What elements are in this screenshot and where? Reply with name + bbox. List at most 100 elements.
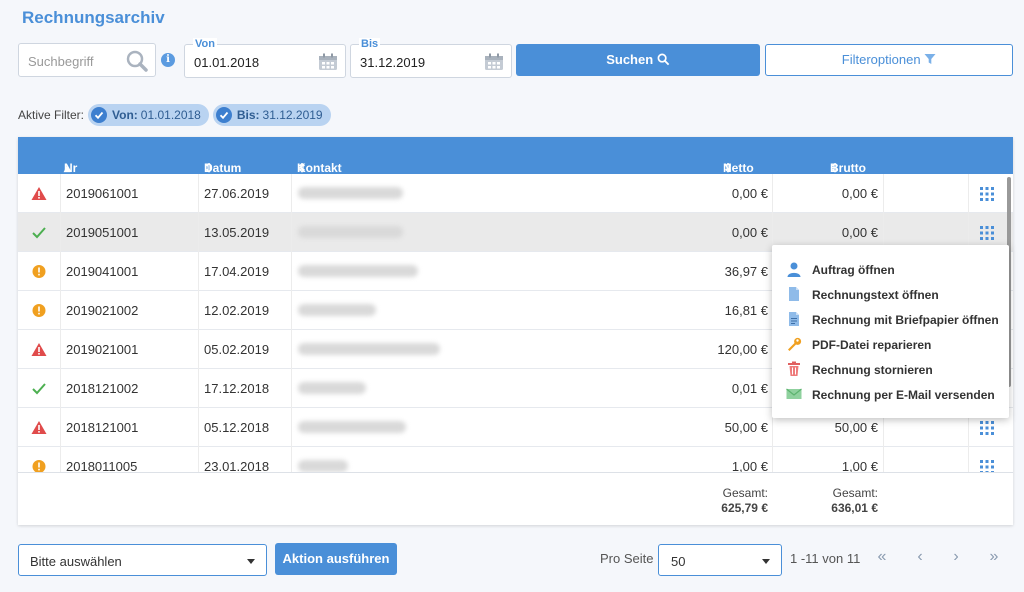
von-date-field[interactable]: Von 01.01.2018 bbox=[184, 38, 346, 78]
cell-kontakt-redacted bbox=[298, 343, 440, 355]
check-circle-icon bbox=[91, 107, 108, 123]
netto-total-label: Gesamt: bbox=[722, 486, 768, 500]
sort-icon: ⇕ bbox=[204, 161, 215, 175]
filter-chip-bis[interactable]: Bis: 31.12.2019 bbox=[212, 104, 331, 126]
cell-nr: 2019051001 bbox=[66, 225, 139, 240]
active-filters-label: Aktive Filter: bbox=[18, 108, 85, 122]
von-label: Von bbox=[193, 38, 217, 50]
cell-netto: 120,00 € bbox=[717, 342, 768, 357]
cell-netto: 1,00 € bbox=[731, 459, 768, 472]
cell-nr: 2018011005 bbox=[66, 459, 138, 472]
info-icon[interactable]: i bbox=[161, 53, 175, 67]
user-icon bbox=[786, 261, 802, 280]
cell-netto: 50,00 € bbox=[724, 420, 768, 435]
filter-chip-key: Bis: bbox=[236, 108, 260, 122]
filter-options-label: Filteroptionen bbox=[841, 52, 921, 67]
first-page-icon[interactable]: « bbox=[872, 548, 892, 566]
bis-value: 31.12.2019 bbox=[360, 55, 426, 70]
exclamation-circle-icon bbox=[31, 459, 47, 472]
bis-label: Bis bbox=[359, 38, 381, 50]
filter-chip-von[interactable]: Von: 01.01.2018 bbox=[88, 104, 209, 126]
menu-item-rechnung-stornieren[interactable]: Rechnung stornieren bbox=[772, 357, 1009, 382]
envelope-icon bbox=[786, 386, 802, 405]
calendar-icon[interactable] bbox=[318, 53, 338, 74]
cell-nr: 2019061001 bbox=[66, 186, 139, 201]
sort-icon: ⇕ bbox=[723, 161, 734, 175]
page-title: Rechnungsarchiv bbox=[22, 8, 165, 27]
check-circle-icon bbox=[215, 107, 232, 123]
menu-item-email-versenden[interactable]: Rechnung per E-Mail versenden bbox=[772, 382, 1009, 407]
sort-icon: ⇕ bbox=[297, 161, 308, 175]
table-header: Nr ▴ Datum ⇕ Kontakt ⇕ Netto ⇕ Brutto ⇕ bbox=[18, 137, 1013, 175]
search-placeholder: Suchbegriff bbox=[28, 54, 94, 69]
search-icon bbox=[657, 53, 670, 66]
wrench-icon bbox=[786, 336, 802, 355]
table-row[interactable]: 2018011005 23.01.2018 1,00 € 1,00 € bbox=[18, 447, 1013, 472]
filter-chip-key: Von: bbox=[112, 108, 138, 122]
cell-brutto: 0,00 € bbox=[841, 186, 878, 201]
prev-page-icon[interactable]: ‹ bbox=[910, 548, 930, 566]
exclamation-circle-icon bbox=[31, 303, 47, 321]
page-info: 1 -11 von 11 bbox=[790, 551, 861, 566]
netto-total: 625,79 € bbox=[721, 501, 768, 515]
row-actions-grid-icon[interactable] bbox=[980, 187, 994, 204]
bulk-action-select[interactable]: Bitte auswählen bbox=[18, 544, 267, 576]
cell-nr: 2019041001 bbox=[66, 264, 139, 279]
table-row[interactable]: 2019061001 27.06.2019 0,00 € 0,00 € bbox=[18, 174, 1013, 213]
exclamation-circle-icon bbox=[31, 264, 47, 282]
cell-nr: 2019021001 bbox=[66, 342, 139, 357]
filter-options-button[interactable]: Filteroptionen bbox=[765, 44, 1013, 76]
cell-kontakt-redacted bbox=[298, 382, 366, 394]
cell-netto: 36,97 € bbox=[724, 264, 768, 279]
active-filters: Aktive Filter: Von: 01.01.2018 Bis: 31.1… bbox=[18, 104, 331, 126]
menu-item-pdf-reparieren[interactable]: PDF-Datei reparieren bbox=[772, 332, 1009, 357]
check-icon bbox=[31, 381, 47, 399]
cell-nr: 2018121001 bbox=[66, 420, 139, 435]
menu-item-rechnungstext-oeffnen[interactable]: Rechnungstext öffnen bbox=[772, 282, 1009, 307]
cell-datum: 05.12.2018 bbox=[204, 420, 270, 435]
filter-funnel-icon bbox=[924, 54, 936, 64]
cell-kontakt-redacted bbox=[298, 421, 406, 433]
warning-triangle-icon bbox=[31, 186, 47, 204]
next-page-icon[interactable]: › bbox=[946, 548, 966, 566]
bis-date-field[interactable]: Bis 31.12.2019 bbox=[350, 38, 512, 78]
cell-netto: 0,00 € bbox=[731, 186, 768, 201]
per-page-value: 50 bbox=[671, 554, 686, 569]
cell-datum: 23.01.2018 bbox=[204, 459, 270, 472]
calendar-icon[interactable] bbox=[484, 53, 504, 74]
execute-action-button[interactable]: Aktion ausführen bbox=[275, 543, 397, 575]
row-actions-grid-icon[interactable] bbox=[980, 460, 994, 472]
cell-datum: 13.05.2019 bbox=[204, 225, 270, 240]
cell-kontakt-redacted bbox=[298, 187, 403, 199]
cell-datum: 12.02.2019 bbox=[204, 303, 270, 318]
warning-triangle-icon bbox=[31, 342, 47, 360]
cell-kontakt-redacted bbox=[298, 304, 376, 316]
sort-asc-icon: ▴ bbox=[64, 161, 71, 175]
cell-datum: 17.12.2018 bbox=[204, 381, 270, 396]
filter-chip-value: 31.12.2019 bbox=[262, 108, 323, 122]
cell-datum: 27.06.2019 bbox=[204, 186, 270, 201]
bulk-action-value: Bitte auswählen bbox=[30, 554, 122, 569]
von-value: 01.01.2018 bbox=[194, 55, 260, 70]
document-icon bbox=[786, 286, 802, 305]
cell-kontakt-redacted bbox=[298, 226, 403, 238]
search-button[interactable]: Suchen bbox=[516, 44, 760, 76]
last-page-icon[interactable]: » bbox=[984, 548, 1004, 566]
check-icon bbox=[31, 225, 47, 243]
search-button-label: Suchen bbox=[606, 52, 654, 67]
menu-item-auftrag-oeffnen[interactable]: Auftrag öffnen bbox=[772, 257, 1009, 282]
table-totals: Gesamt: 625,79 € Gesamt: 636,01 € bbox=[18, 472, 1013, 525]
search-icon[interactable] bbox=[125, 49, 149, 76]
cell-datum: 05.02.2019 bbox=[204, 342, 270, 357]
row-actions-grid-icon[interactable] bbox=[980, 226, 994, 243]
per-page-select[interactable]: 50 bbox=[658, 544, 782, 576]
cell-nr: 2018121002 bbox=[66, 381, 139, 396]
row-actions-grid-icon[interactable] bbox=[980, 421, 994, 438]
caret-down-icon bbox=[247, 559, 255, 564]
search-input[interactable]: Suchbegriff bbox=[18, 43, 156, 77]
menu-item-rechnung-briefpapier[interactable]: Rechnung mit Briefpapier öffnen bbox=[772, 307, 1009, 332]
brutto-total: 636,01 € bbox=[831, 501, 878, 515]
row-context-menu: Auftrag öffnen Rechnungstext öffnen Rech… bbox=[772, 245, 1009, 418]
trash-icon bbox=[786, 361, 802, 380]
caret-down-icon bbox=[762, 559, 770, 564]
